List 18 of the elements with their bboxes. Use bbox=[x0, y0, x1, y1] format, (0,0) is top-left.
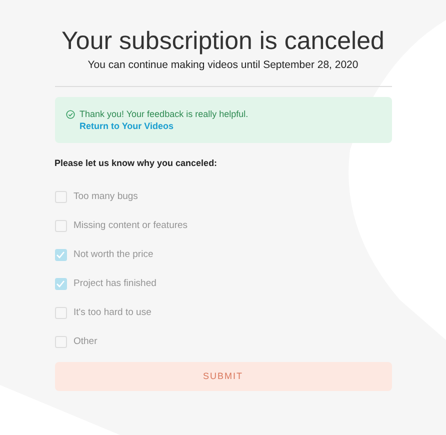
checkbox[interactable] bbox=[54, 249, 66, 262]
return-link[interactable]: Return to Your Videos bbox=[80, 120, 174, 132]
option-label: It's too hard to use bbox=[74, 306, 152, 320]
page-title: Your subscription is canceled bbox=[62, 26, 384, 56]
checkbox[interactable] bbox=[54, 278, 66, 290]
option-label: Other bbox=[74, 335, 98, 350]
option-label: Too many bugs bbox=[74, 190, 138, 204]
checkbox[interactable] bbox=[54, 220, 66, 232]
option-label: Project has finished bbox=[74, 277, 156, 292]
check-circle-icon bbox=[66, 110, 74, 119]
option-label: Missing content or features bbox=[74, 219, 188, 234]
question-label: Please let us know why you canceled: bbox=[54, 156, 218, 170]
option-label: Not worth the price bbox=[74, 248, 154, 262]
checkbox[interactable] bbox=[54, 307, 66, 320]
checkbox[interactable] bbox=[54, 336, 66, 348]
checkbox[interactable] bbox=[54, 191, 66, 204]
notice-message: Thank you! Your feedback is really helpful. bbox=[80, 108, 248, 120]
subtitle: You can continue making videos until September 28, 2020 bbox=[88, 58, 358, 73]
